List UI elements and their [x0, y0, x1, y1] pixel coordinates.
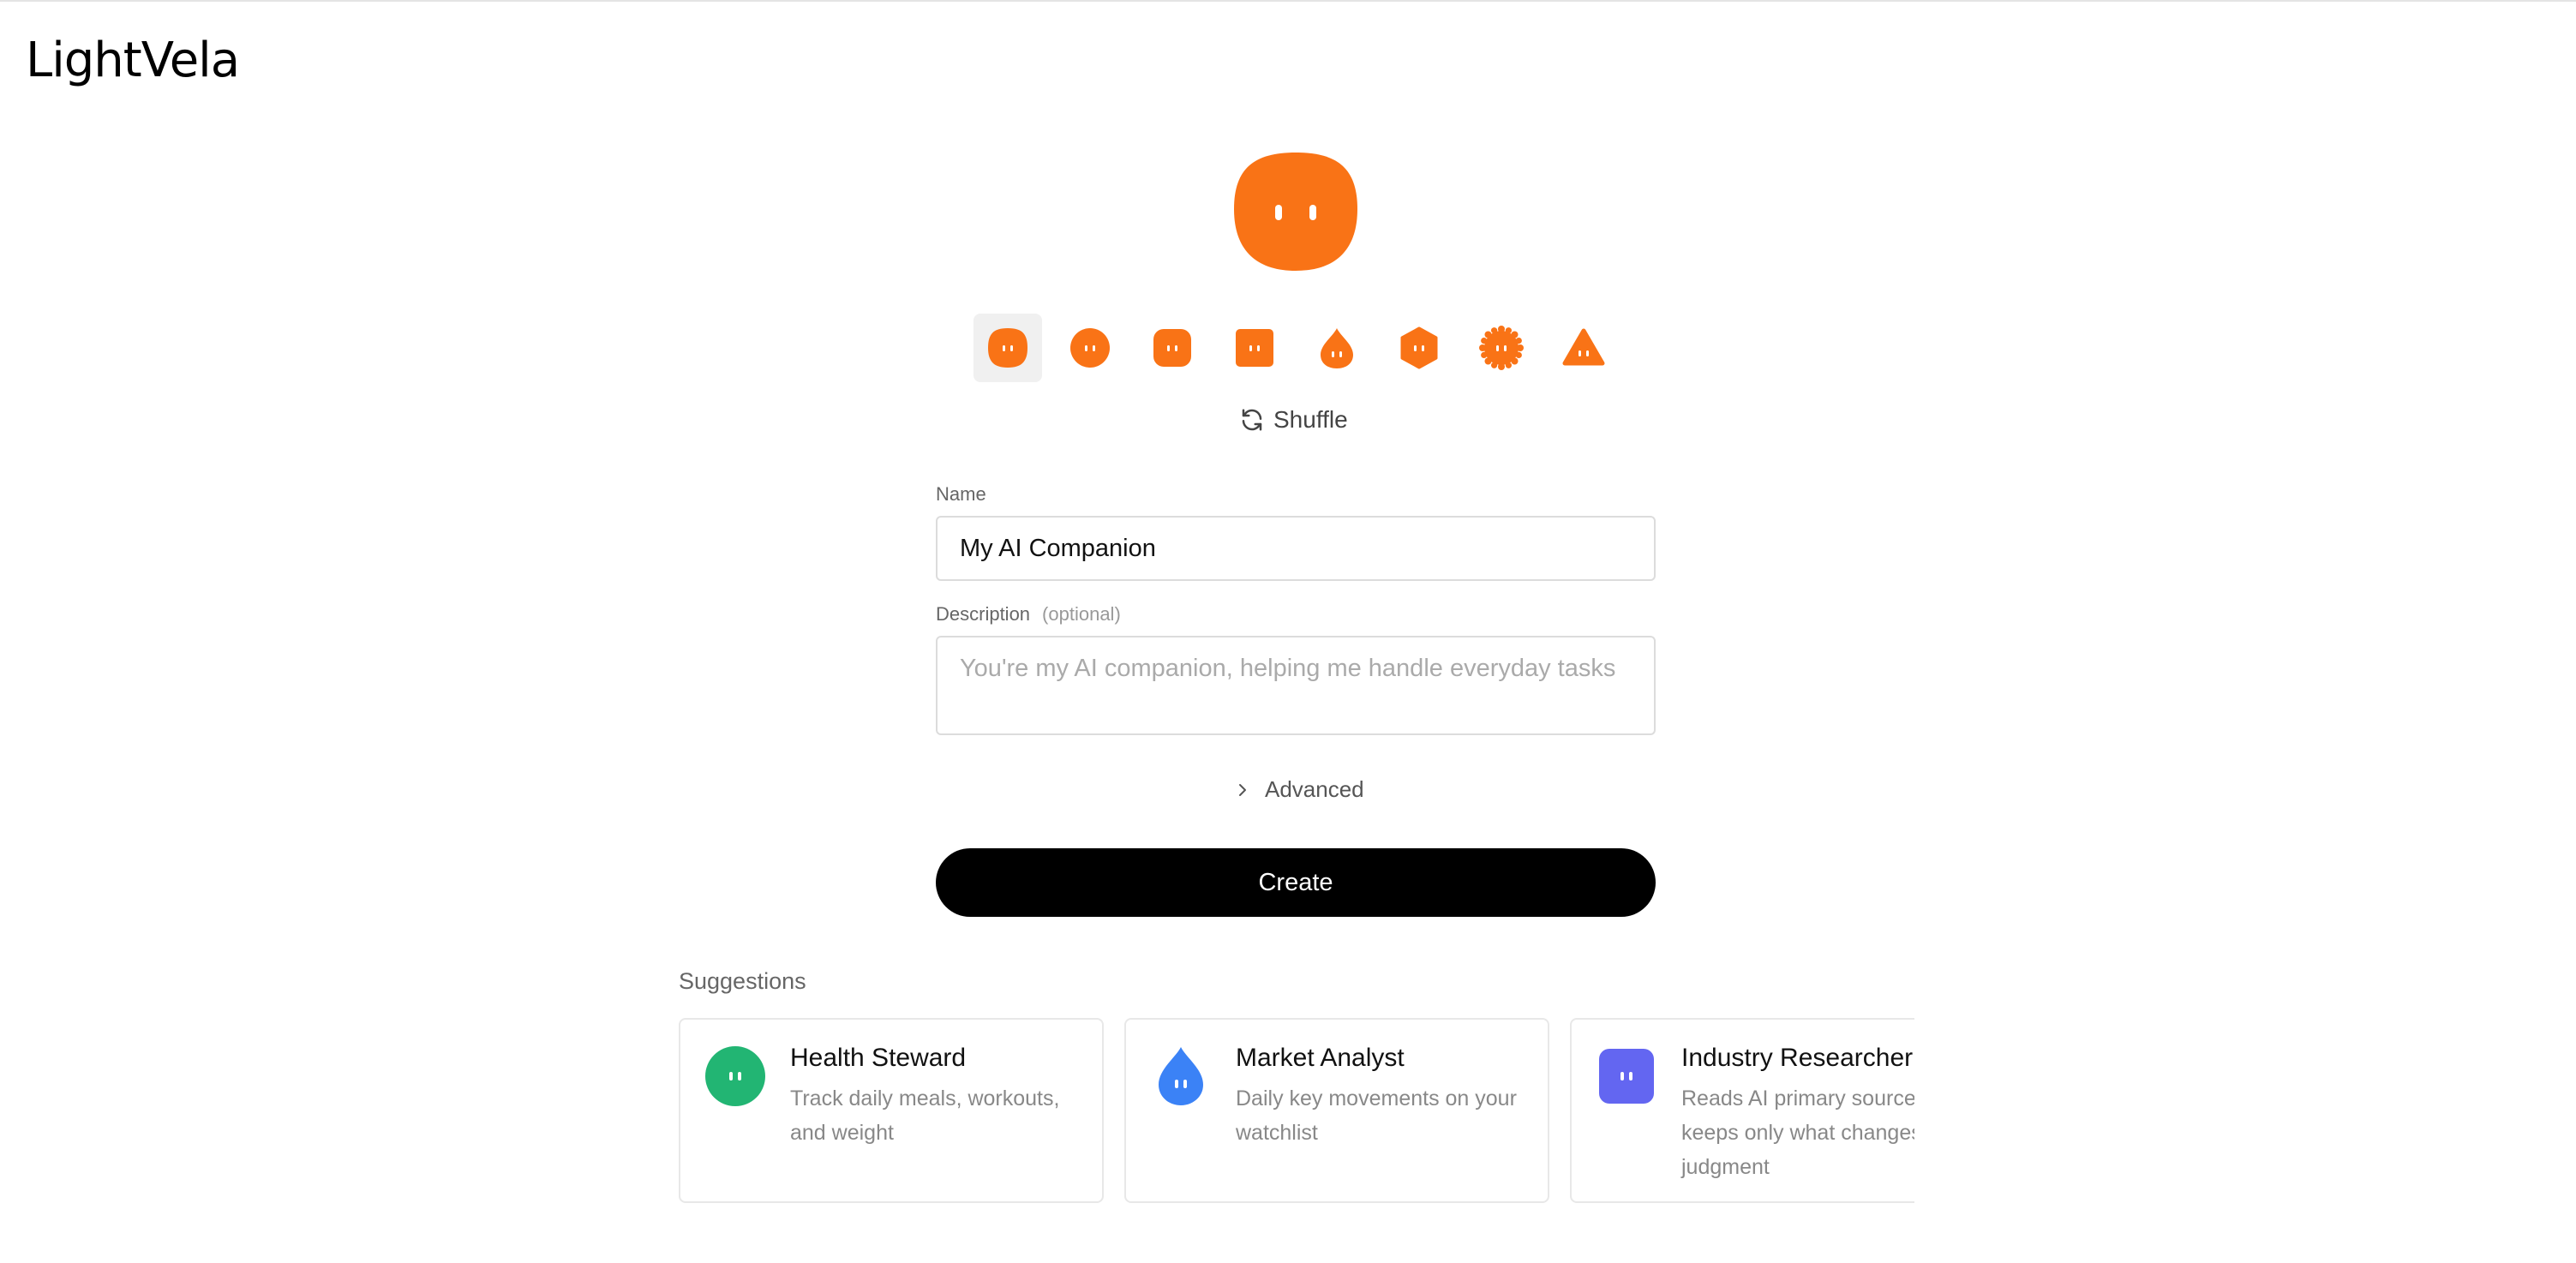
- description-label-row: Description (optional): [936, 603, 1121, 626]
- suggestions-title: Suggestions: [679, 968, 806, 994]
- advanced-label: Advanced: [1265, 776, 1364, 802]
- suggestion-title: Market Analyst: [1236, 1044, 1405, 1072]
- shape-option-circle[interactable]: [1056, 314, 1124, 382]
- suggestion-card-market-analyst[interactable]: Market Analyst Daily key movements on yo…: [1124, 1018, 1549, 1203]
- app-window: LightVela Shuffle Name My AI Companion D…: [0, 0, 2576, 1263]
- shuffle-button[interactable]: Shuffle: [1239, 406, 1348, 434]
- suggestion-desc: Daily key movements on your watchlist: [1236, 1086, 1517, 1145]
- droplet-face-icon: [1159, 1047, 1203, 1105]
- shape-option-blob[interactable]: [973, 314, 1042, 382]
- hexagon-shape-icon: [1400, 326, 1438, 369]
- suggestions-list: Health Steward Track daily meals, workou…: [679, 1018, 1914, 1203]
- blob-face-icon: [1234, 153, 1357, 271]
- shape-option-gear[interactable]: [1467, 314, 1536, 382]
- shuffle-label: Shuffle: [1273, 406, 1348, 433]
- suggestion-title: Industry Researcher: [1681, 1044, 1914, 1072]
- name-label: Name: [936, 483, 986, 505]
- circle-face-icon: [705, 1046, 765, 1106]
- shape-option-triangle[interactable]: [1549, 314, 1618, 382]
- rounded-square-shape-icon: [1153, 329, 1191, 367]
- circle-shape-icon: [1070, 328, 1110, 368]
- shape-option-square[interactable]: [1220, 314, 1289, 382]
- description-label: Description: [936, 603, 1031, 625]
- refresh-icon: [1242, 409, 1262, 431]
- blob-shape-icon: [988, 328, 1027, 368]
- app-logo[interactable]: LightVela: [26, 33, 240, 88]
- chevron-right-icon: [1239, 783, 1246, 796]
- advanced-toggle[interactable]: Advanced: [1234, 776, 1364, 803]
- shape-option-droplet[interactable]: [1303, 314, 1371, 382]
- shape-option-hexagon[interactable]: [1385, 314, 1453, 382]
- suggestion-desc: Track daily meals, workouts, and weight: [790, 1086, 1060, 1145]
- suggestion-card-health-steward[interactable]: Health Steward Track daily meals, workou…: [679, 1018, 1104, 1203]
- gear-shape-icon: [1479, 326, 1524, 370]
- suggestion-title: Health Steward: [790, 1044, 967, 1072]
- shape-selector: [973, 314, 1618, 382]
- suggestion-desc: Reads AI primary sources daily, keeps on…: [1681, 1086, 1914, 1179]
- avatar-preview: [1234, 153, 1357, 271]
- triangle-shape-icon: [1562, 328, 1605, 366]
- name-input[interactable]: My AI Companion: [936, 516, 1656, 581]
- square-shape-icon: [1236, 329, 1273, 367]
- description-input[interactable]: You're my AI companion, helping me handl…: [936, 636, 1656, 735]
- droplet-shape-icon: [1321, 328, 1353, 368]
- rounded-square-face-icon: [1599, 1049, 1654, 1104]
- shape-option-rounded-square[interactable]: [1138, 314, 1207, 382]
- suggestion-card-industry-researcher[interactable]: Industry Researcher Reads AI primary sou…: [1570, 1018, 1914, 1203]
- create-button[interactable]: Create: [936, 848, 1656, 917]
- optional-hint: (optional): [1042, 603, 1121, 625]
